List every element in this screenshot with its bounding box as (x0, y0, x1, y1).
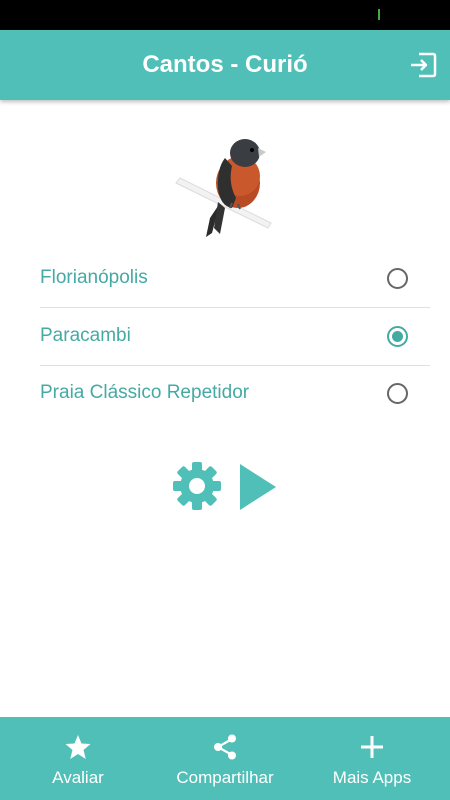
app-title: Cantos - Curió (142, 51, 308, 78)
gear-icon (173, 462, 221, 510)
exit-icon (411, 52, 437, 78)
song-option-paracambi[interactable]: Paracambi (40, 309, 430, 366)
song-option-praia-classico-repetidor[interactable]: Praia Clássico Repetidor (40, 366, 430, 423)
song-label: Paracambi (40, 325, 131, 346)
nav-label: Compartilhar (176, 768, 274, 787)
song-label: Praia Clássico Repetidor (40, 382, 250, 403)
song-label: Florianópolis (40, 267, 148, 288)
share-icon (214, 734, 236, 760)
nav-avaliar[interactable]: Avaliar (38, 717, 118, 800)
nav-label: Avaliar (52, 768, 104, 787)
plus-icon (361, 736, 383, 758)
song-option-florianopolis[interactable]: Florianópolis (40, 251, 430, 308)
app-bar: Cantos - Curió (0, 30, 450, 100)
bottom-navigation: Avaliar Compartilhar Mais Apps (0, 717, 450, 800)
status-indicator (378, 9, 380, 20)
settings-button[interactable] (172, 461, 222, 511)
exit-button[interactable] (408, 50, 438, 80)
radio-button[interactable] (387, 383, 408, 404)
play-icon (240, 464, 276, 510)
nav-compartilhar[interactable]: Compartilhar (165, 717, 285, 800)
radio-button-selected[interactable] (387, 326, 408, 347)
bird-image (175, 139, 272, 237)
nav-mais-apps[interactable]: Mais Apps (322, 717, 422, 800)
nav-label: Mais Apps (332, 768, 412, 787)
status-bar (0, 0, 450, 30)
star-icon (65, 735, 91, 759)
play-button[interactable] (236, 462, 280, 512)
radio-button[interactable] (387, 268, 408, 289)
